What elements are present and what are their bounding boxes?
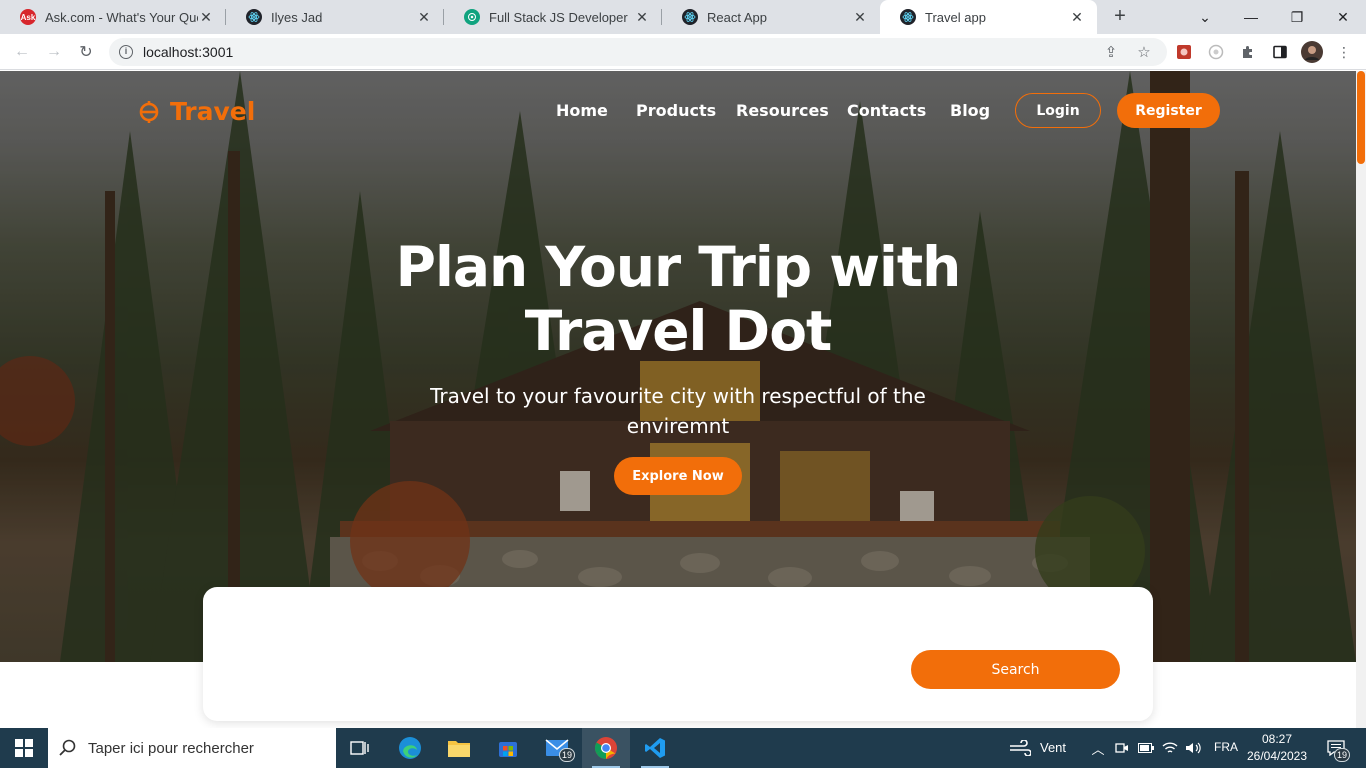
address-bar[interactable]: i localhost:3001 ⇪ ☆ [109,38,1167,66]
tab-close-icon[interactable]: ✕ [1069,9,1085,26]
task-view-icon[interactable] [336,728,384,768]
nav-contacts[interactable]: Contacts [847,101,926,120]
taskbar-search-placeholder[interactable]: Taper ici pour rechercher [88,740,254,757]
chrome-icon[interactable] [582,728,630,768]
clock-date: 26/04/2023 [1246,749,1308,763]
explore-now-button[interactable]: Explore Now [614,457,742,495]
minimize-icon[interactable]: — [1228,0,1274,34]
tab-title: Full Stack JS Developer [489,9,628,25]
bookmark-star-icon[interactable]: ☆ [1135,43,1153,61]
tab-close-icon[interactable]: ✕ [634,9,650,26]
language-indicator[interactable]: FRA [1214,740,1238,754]
search-button[interactable]: Search [911,650,1120,689]
file-explorer-icon[interactable] [435,728,483,768]
windows-start-icon[interactable] [0,728,48,768]
browser-tab[interactable]: Full Stack JS Developer ✕ [444,0,662,34]
clock-time: 08:27 [1261,732,1293,746]
microsoft-store-icon[interactable] [484,728,532,768]
browser-tab-active[interactable]: Travel app ✕ [880,0,1097,34]
battery-icon[interactable] [1138,740,1154,756]
share-icon[interactable]: ⇪ [1102,43,1120,61]
vscode-icon[interactable] [631,728,679,768]
tab-title: Ask.com - What's Your Questi [45,9,198,25]
weather-label[interactable]: Vent [1040,740,1066,755]
url-text[interactable]: localhost:3001 [143,44,233,60]
register-button[interactable]: Register [1117,93,1220,128]
new-tab-plus-icon[interactable]: + [1109,6,1131,28]
side-panel-icon[interactable] [1270,42,1290,62]
tab-close-icon[interactable]: ✕ [852,9,868,26]
extensions-puzzle-icon[interactable] [1238,42,1258,62]
window-close-icon[interactable]: ✕ [1320,0,1366,34]
windows-taskbar: Taper ici pour rechercher 19 Vent ︿ FRA … [0,728,1366,768]
weather-wind-icon[interactable] [1008,740,1032,756]
site-logo[interactable]: Travel [137,97,255,126]
search-icon [48,739,88,757]
browser-toolbar: ← → ↻ i localhost:3001 ⇪ ☆ ⋮ [0,34,1366,70]
ask-favicon-icon: Ask [20,9,36,25]
taskbar-search[interactable]: Taper ici pour rechercher [48,728,336,768]
travel-logo-icon [139,100,159,123]
back-arrow-icon[interactable]: ← [10,40,34,64]
react-favicon-icon [682,9,698,25]
react-favicon-icon [246,9,262,25]
system-clock[interactable]: 08:27 26/04/2023 [1246,731,1308,765]
profile-avatar[interactable] [1301,41,1323,63]
browser-tab[interactable]: React App ✕ [662,0,880,34]
notification-center-icon[interactable]: 19 [1324,740,1350,762]
volume-icon[interactable] [1185,740,1201,756]
login-button[interactable]: Login [1015,93,1101,128]
restore-icon[interactable]: ❐ [1274,0,1320,34]
tab-title: Ilyes Jad [271,9,323,25]
extension-circle-icon[interactable] [1206,42,1226,62]
tab-search-chevron-icon[interactable]: ⌄ [1182,0,1228,34]
chatgpt-favicon-icon [464,9,480,25]
edge-icon[interactable] [386,728,434,768]
search-card: Search [203,587,1153,721]
meet-now-icon[interactable] [1114,740,1130,756]
site-info-icon[interactable]: i [119,45,133,59]
wifi-icon[interactable] [1162,740,1178,756]
chrome-menu-icon[interactable]: ⋮ [1334,42,1354,62]
hero-section: Travel Home Products Resources Contacts … [0,71,1356,662]
nav-blog[interactable]: Blog [950,101,990,120]
tab-title: Travel app [925,9,986,25]
browser-tab-strip: Ask Ask.com - What's Your Questi ✕ Ilyes… [0,0,1366,34]
mail-icon[interactable]: 19 [533,728,581,768]
mail-badge: 19 [558,748,575,762]
page-scrollbar[interactable] [1356,71,1366,728]
react-favicon-icon [900,9,916,25]
nav-products[interactable]: Products [636,101,716,120]
notification-badge: 19 [1333,748,1350,762]
nav-home[interactable]: Home [556,101,608,120]
browser-tab[interactable]: Ask Ask.com - What's Your Questi ✕ [0,0,226,34]
hero-subtitle: Travel to your favourite city with respe… [430,384,926,438]
nav-resources[interactable]: Resources [736,101,829,120]
web-page: Travel Home Products Resources Contacts … [0,71,1356,728]
tab-close-icon[interactable]: ✕ [198,9,214,26]
browser-tab[interactable]: Ilyes Jad ✕ [226,0,444,34]
scrollbar-thumb[interactable] [1357,71,1365,164]
reload-icon[interactable]: ↻ [74,40,98,64]
tray-chevron-up-icon[interactable]: ︿ [1090,740,1106,757]
hero-title: Plan Your Trip with Travel Dot [395,235,962,363]
tab-title: React App [707,9,767,25]
extension-red-icon[interactable] [1174,42,1194,62]
forward-arrow-icon[interactable]: → [42,40,66,64]
tab-close-icon[interactable]: ✕ [416,9,432,26]
logo-text: Travel [170,97,256,126]
